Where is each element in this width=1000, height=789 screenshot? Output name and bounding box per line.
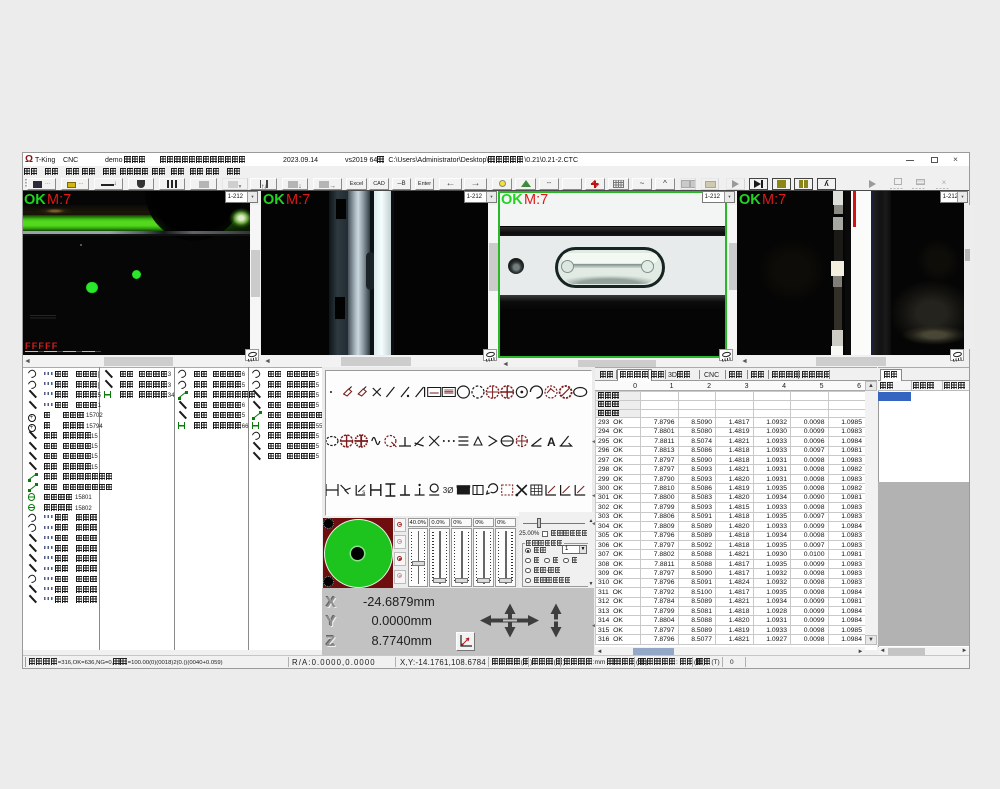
svg-text:s: s bbox=[362, 490, 365, 496]
svg-text:A: A bbox=[547, 435, 556, 449]
svg-text:3Ø: 3Ø bbox=[443, 486, 454, 495]
